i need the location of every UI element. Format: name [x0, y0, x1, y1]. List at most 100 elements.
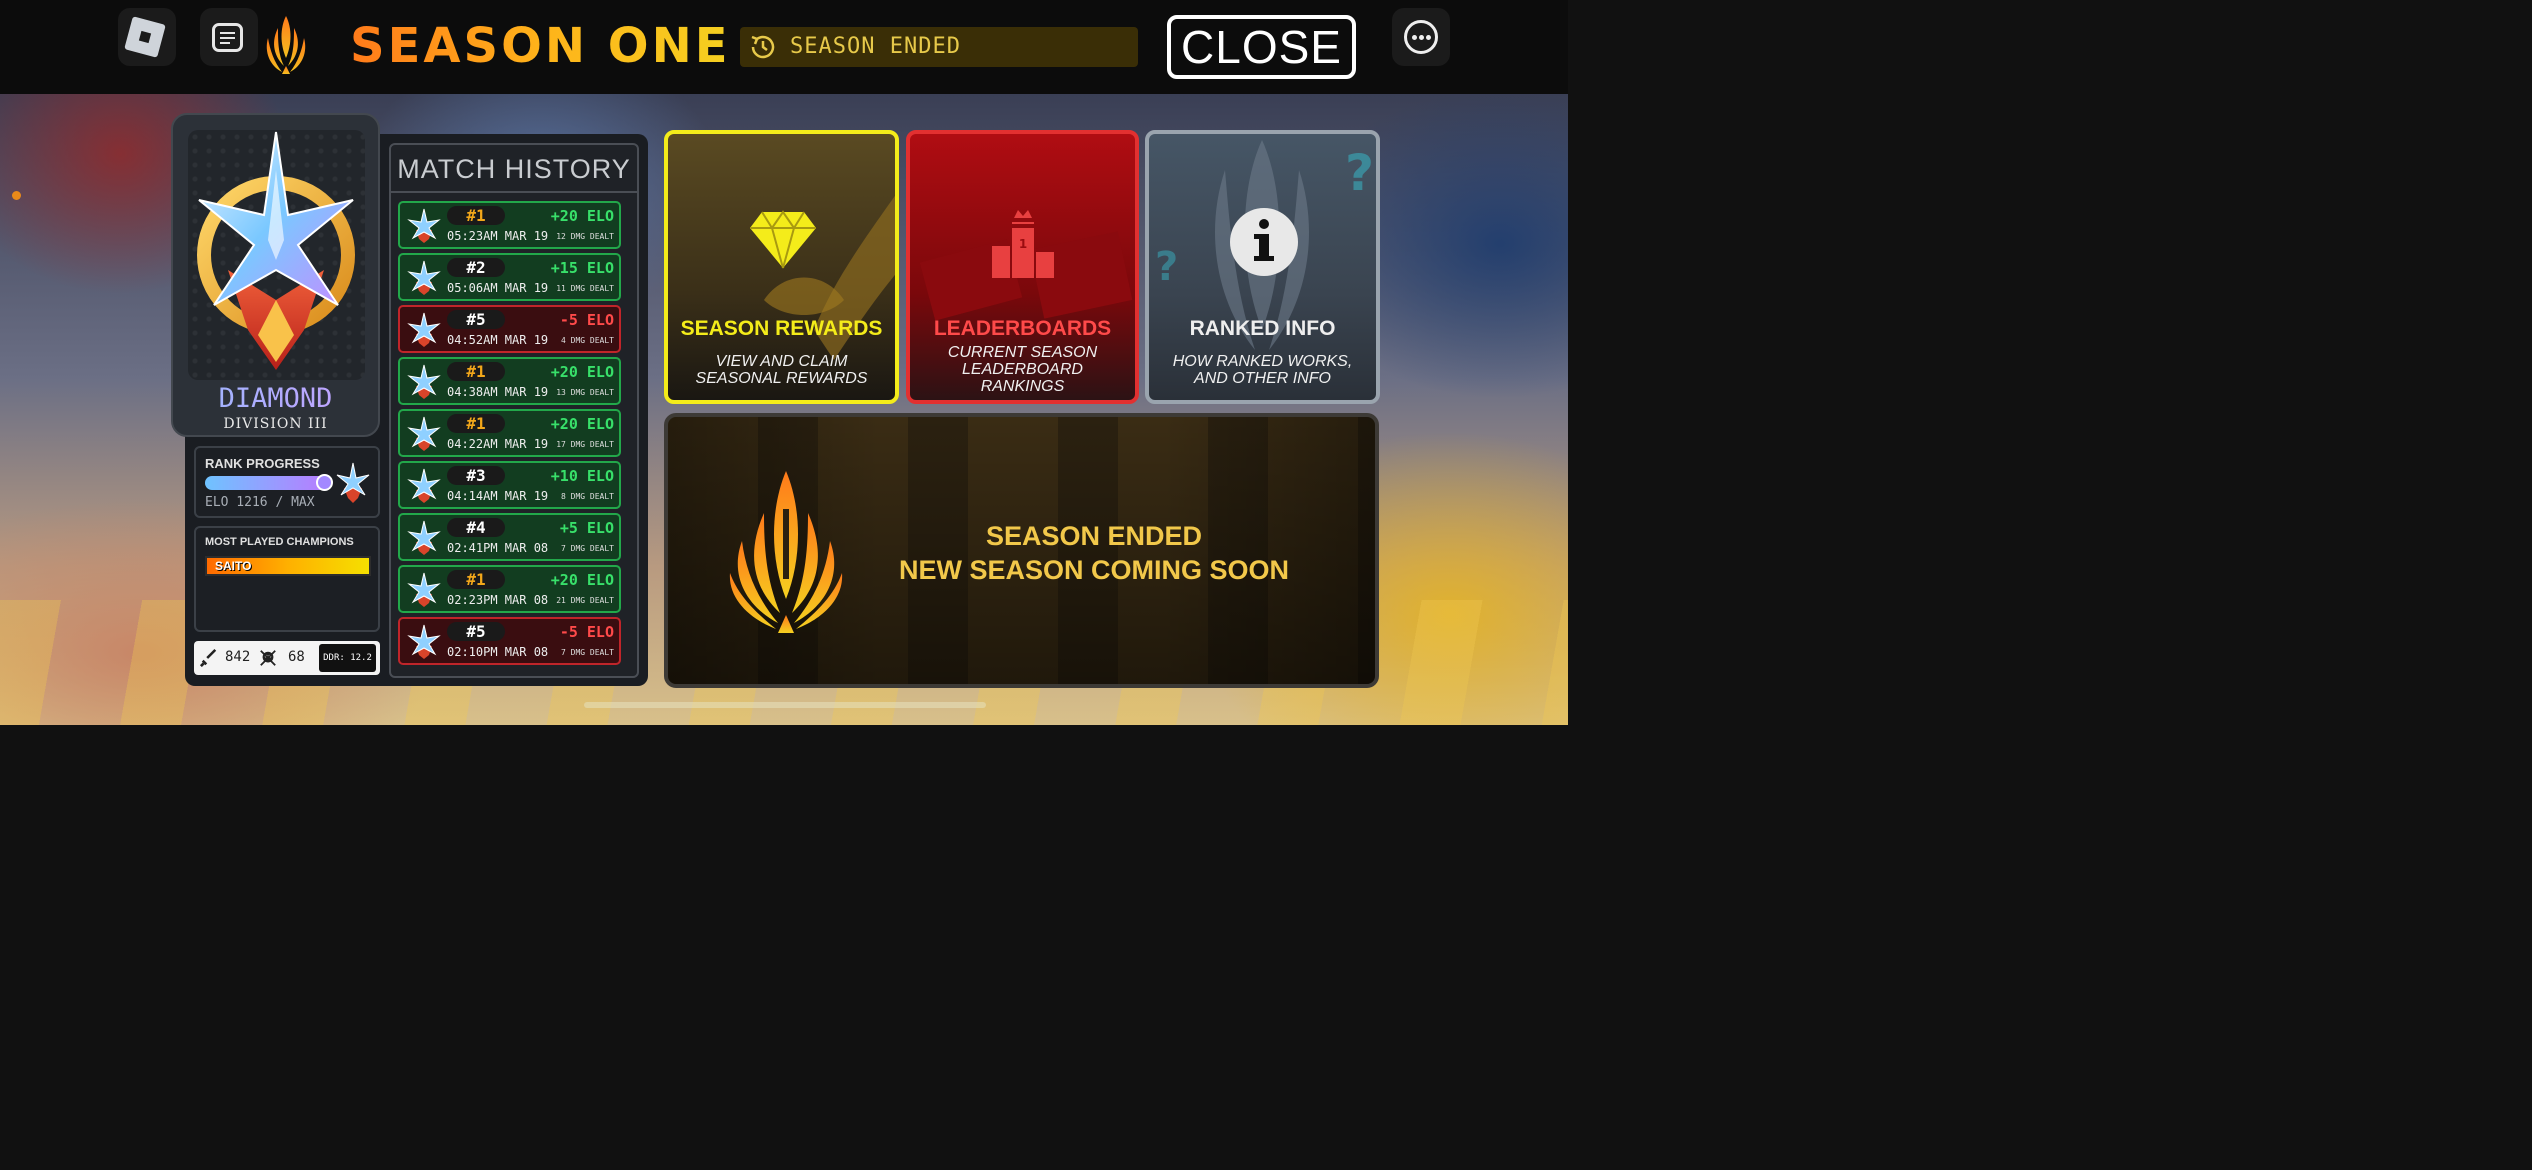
match-elo-change: +20 ELO — [550, 415, 614, 433]
match-time: 05:06AM MAR 19 — [447, 281, 549, 295]
rank-badge-icon — [407, 364, 441, 399]
match-damage: 21 DMG DEALT — [556, 596, 614, 605]
season-logo-large-icon — [729, 471, 843, 633]
champion-bar[interactable]: SAITO — [205, 556, 371, 576]
skull-icon — [260, 650, 276, 666]
chat-icon — [212, 23, 243, 52]
stats-bar: 842 68 DDR: 12.2 — [194, 641, 380, 675]
chat-button[interactable] — [200, 8, 258, 66]
rank-tier: DIAMOND — [173, 383, 378, 414]
match-time: 02:10PM MAR 08 — [447, 645, 549, 659]
match-elo-change: +5 ELO — [559, 519, 614, 537]
match-placement: #1 — [447, 206, 505, 225]
rank-progress-bar — [205, 476, 329, 490]
podium-icon: 1 — [992, 210, 1054, 278]
ranked-info-tile[interactable]: ? ? RANKED INFO HOW RANKED WORKS, AND OT… — [1145, 130, 1380, 404]
season-ended-line1: SEASON ENDED — [985, 521, 1203, 551]
match-time: 02:23PM MAR 08 — [447, 593, 549, 607]
match-damage: 8 DMG DEALT — [561, 492, 614, 501]
diamond-icon — [750, 210, 816, 269]
match-row[interactable]: #1 02:23PM MAR 08 +20 ELO 21 DMG DEALT — [398, 565, 621, 613]
match-time: 04:38AM MAR 19 — [447, 385, 549, 399]
match-time: 04:22AM MAR 19 — [447, 437, 549, 451]
rank-division: DIVISION III — [223, 416, 328, 432]
clock-icon — [751, 35, 775, 59]
close-button[interactable]: CLOSE — [1167, 15, 1356, 79]
match-time: 05:23AM MAR 19 — [447, 229, 549, 243]
match-placement: #1 — [447, 570, 505, 589]
match-row[interactable]: #2 05:06AM MAR 19 +15 ELO 11 DMG DEALT — [398, 253, 621, 301]
svg-text:?: ? — [1345, 144, 1374, 202]
ranked-info-title: RANKED INFO — [1189, 317, 1336, 340]
match-placement: #3 — [447, 466, 505, 485]
svg-text:1: 1 — [1019, 237, 1027, 251]
rank-badge-icon — [407, 468, 441, 503]
match-elo-change: +10 ELO — [550, 467, 614, 485]
rank-progress-knob — [316, 474, 333, 491]
notification-dot — [12, 191, 21, 200]
season-ended-message: SEASON ENDED NEW SEASON COMING SOON — [868, 519, 1320, 587]
match-elo-change: +15 ELO — [550, 259, 614, 277]
match-elo-change: -5 ELO — [559, 311, 614, 329]
match-placement: #4 — [447, 518, 505, 537]
season-rewards-subtitle: VIEW AND CLAIM SEASONAL REWARDS — [695, 353, 868, 387]
season-logo-icon — [266, 16, 306, 74]
match-elo-change: +20 ELO — [550, 571, 614, 589]
page-title: SEASON ONE — [350, 18, 731, 74]
match-time: 04:14AM MAR 19 — [447, 489, 549, 503]
rank-badge-icon — [407, 312, 441, 347]
match-time: 02:41PM MAR 08 — [447, 541, 549, 555]
match-damage: 11 DMG DEALT — [556, 284, 614, 293]
match-damage: 4 DMG DEALT — [561, 336, 614, 345]
match-damage: 17 DMG DEALT — [556, 440, 614, 449]
ddr-badge: DDR: 12.2 — [319, 644, 376, 672]
rank-badge-icon — [336, 462, 370, 503]
rank-card: DIAMOND DIVISION III — [171, 113, 380, 437]
match-damage: 12 DMG DEALT — [556, 232, 614, 241]
match-row[interactable]: #3 04:14AM MAR 19 +10 ELO 8 DMG DEALT — [398, 461, 621, 509]
match-damage: 7 DMG DEALT — [561, 648, 614, 657]
match-row[interactable]: #4 02:41PM MAR 08 +5 ELO 7 DMG DEALT — [398, 513, 621, 561]
most-played-box: MOST PLAYED CHAMPIONS SAITO — [194, 526, 380, 632]
info-icon — [1230, 208, 1298, 276]
elo-text: ELO 1216 / MAX — [205, 495, 315, 510]
rank-badge-icon — [407, 572, 441, 607]
rank-progress-label: RANK PROGRESS — [205, 456, 320, 471]
ranked-info-subtitle: HOW RANKED WORKS, AND OTHER INFO — [1172, 353, 1353, 387]
rank-badge-icon — [407, 520, 441, 555]
match-row[interactable]: #1 04:38AM MAR 19 +20 ELO 13 DMG DEALT — [398, 357, 621, 405]
top-bar: SEASON ONE SEASON ENDED CLOSE — [0, 0, 1568, 94]
roblox-menu-icon — [124, 16, 166, 58]
match-row[interactable]: #5 02:10PM MAR 08 -5 ELO 7 DMG DEALT — [398, 617, 621, 665]
damage-stat: 842 — [225, 649, 251, 665]
season-rewards-tile[interactable]: SEASON REWARDS VIEW AND CLAIM SEASONAL R… — [664, 130, 899, 404]
home-indicator[interactable] — [584, 702, 986, 708]
season-rewards-title: SEASON REWARDS — [680, 317, 883, 340]
rank-progress-box: RANK PROGRESS ELO 1216 / MAX — [194, 446, 380, 518]
rank-emblem-frame — [188, 130, 365, 380]
match-row[interactable]: #5 04:52AM MAR 19 -5 ELO 4 DMG DEALT — [398, 305, 621, 353]
kills-stat: 68 — [288, 649, 305, 665]
match-history-panel[interactable]: MATCH HISTORY #1 05:23AM MAR 19 +20 ELO 12 … — [389, 143, 639, 678]
season-status-text: SEASON ENDED — [790, 34, 961, 59]
match-damage: 7 DMG DEALT — [561, 544, 614, 553]
match-row[interactable]: #1 04:22AM MAR 19 +20 ELO 17 DMG DEALT — [398, 409, 621, 457]
season-ended-banner: SEASON ENDED NEW SEASON COMING SOON — [664, 413, 1379, 688]
rank-badge-icon — [407, 416, 441, 451]
leaderboards-title: LEADERBOARDS — [933, 317, 1112, 340]
match-elo-change: +20 ELO — [550, 363, 614, 381]
roblox-menu-button[interactable] — [118, 8, 176, 66]
svg-text:?: ? — [1155, 244, 1178, 290]
match-elo-change: -5 ELO — [559, 623, 614, 641]
match-elo-change: +20 ELO — [550, 207, 614, 225]
rank-badge-icon — [407, 260, 441, 295]
match-damage: 13 DMG DEALT — [556, 388, 614, 397]
rank-badge-icon — [407, 624, 441, 659]
match-placement: #5 — [447, 310, 505, 329]
match-history-title: MATCH HISTORY — [391, 145, 637, 193]
more-options-button[interactable] — [1392, 8, 1450, 66]
match-time: 04:52AM MAR 19 — [447, 333, 549, 347]
season-status-badge: SEASON ENDED — [740, 27, 1138, 67]
match-row[interactable]: #1 05:23AM MAR 19 +20 ELO 12 DMG DEALT — [398, 201, 621, 249]
leaderboards-tile[interactable]: 1 LEADERBOARDS CURRENT SEASON LEADERBOAR… — [906, 130, 1139, 404]
